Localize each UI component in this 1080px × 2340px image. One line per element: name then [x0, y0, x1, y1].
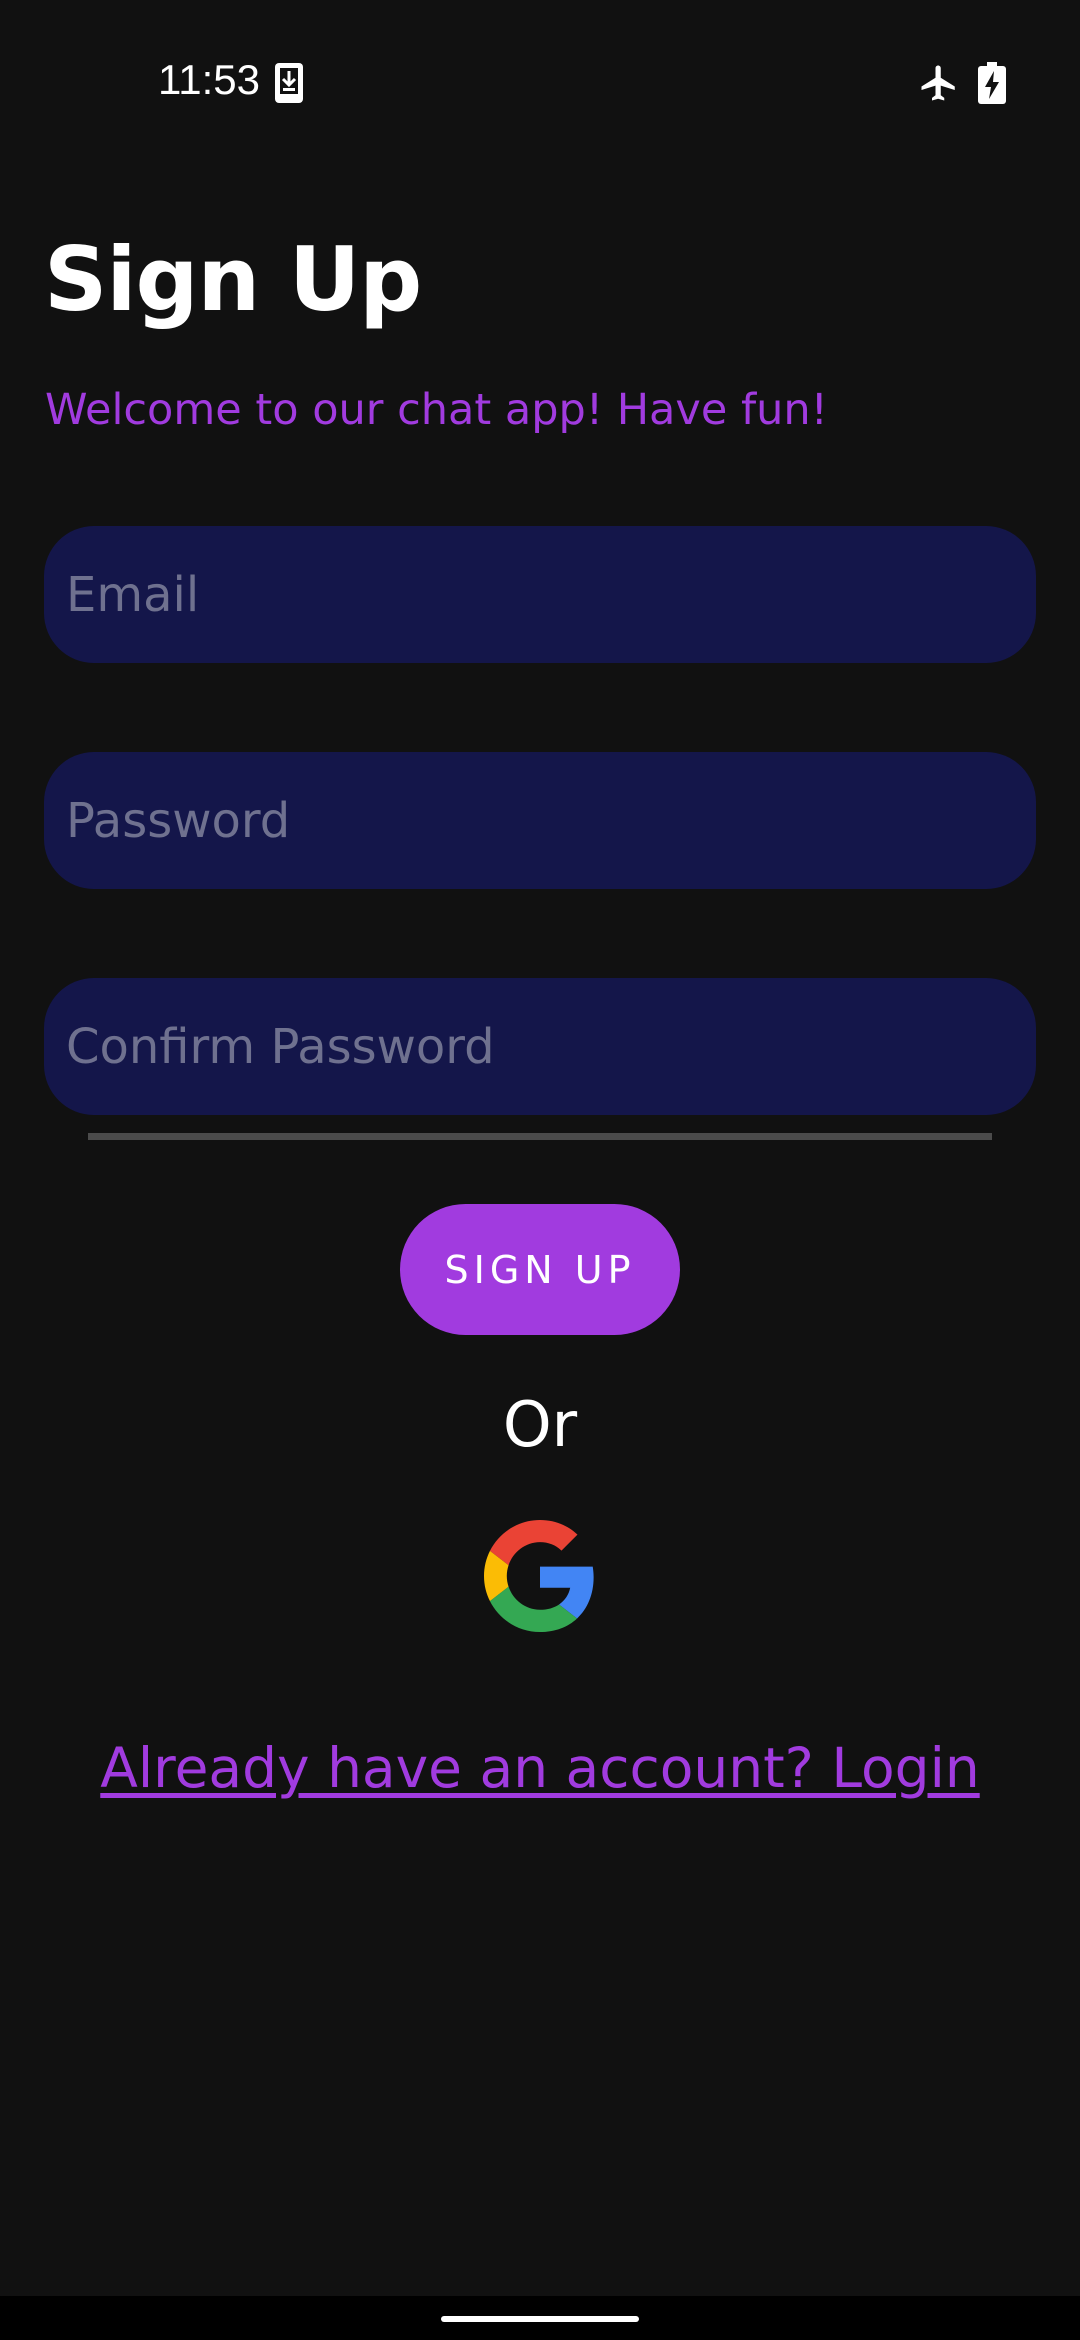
login-link[interactable]: Already have an account? Login [0, 1730, 1080, 1806]
battery-charging-icon [978, 62, 1006, 104]
welcome-subtitle: Welcome to our chat app! Have fun! [45, 385, 828, 435]
or-separator: Or [502, 1388, 578, 1461]
home-gesture-handle[interactable] [441, 2316, 639, 2322]
sign-up-button[interactable]: SIGN UP [400, 1204, 680, 1335]
email-field[interactable] [44, 526, 1036, 663]
google-icon[interactable] [484, 1520, 596, 1632]
status-time: 11:53 [158, 56, 260, 103]
divider [88, 1133, 992, 1140]
page-title: Sign Up [44, 228, 422, 331]
password-field[interactable] [44, 752, 1036, 889]
confirm-password-field[interactable] [44, 978, 1036, 1115]
airplane-mode-icon [921, 65, 955, 101]
download-icon [275, 63, 303, 103]
